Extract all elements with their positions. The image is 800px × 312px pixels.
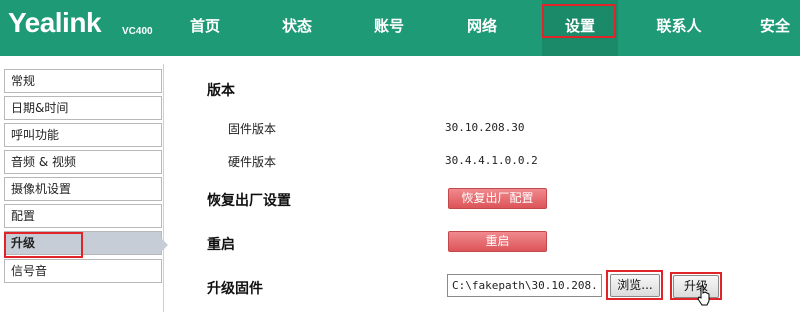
factory-reset-title: 恢复出厂设置 — [207, 193, 291, 209]
hardware-version-value: 30.4.4.1.0.0.2 — [445, 154, 538, 167]
hardware-version-label: 硬件版本 — [228, 155, 277, 169]
sidebar-item-general[interactable]: 常规 — [4, 69, 162, 93]
version-section-title: 版本 — [207, 83, 235, 99]
nav-contacts[interactable]: 联系人 — [649, 0, 709, 56]
brand-logo: Yealink — [8, 7, 102, 38]
nav-account[interactable]: 账号 — [364, 0, 414, 56]
factory-reset-button[interactable]: 恢复出厂配置 — [448, 188, 547, 209]
browse-button[interactable]: 浏览... — [610, 274, 660, 297]
sidebar-item-camera[interactable]: 摄像机设置 — [4, 177, 162, 201]
nav-status[interactable]: 状态 — [272, 0, 322, 56]
nav-security[interactable]: 安全 — [750, 0, 800, 56]
sidebar-item-datetime[interactable]: 日期&时间 — [4, 96, 162, 120]
nav-settings[interactable]: 设置 — [542, 0, 618, 56]
upgrade-firmware-title: 升级固件 — [207, 281, 263, 297]
firmware-version-value: 30.10.208.30 — [445, 121, 525, 134]
nav-settings-highlight — [542, 4, 616, 38]
hand-cursor-icon — [697, 285, 710, 306]
nav-network[interactable]: 网络 — [457, 0, 507, 56]
sidebar-item-tones[interactable]: 信号音 — [4, 259, 162, 283]
active-arrow-icon — [160, 237, 168, 253]
sidebar-item-config[interactable]: 配置 — [4, 204, 162, 228]
device-model: VC400 — [122, 26, 153, 37]
sidebar: 常规 日期&时间 呼叫功能 音频 & 视频 摄像机设置 配置 升级 信号音 — [0, 64, 164, 312]
reboot-button[interactable]: 重启 — [448, 231, 547, 252]
firmware-file-path-input[interactable]: C:\fakepath\30.10.208. — [447, 274, 602, 297]
sidebar-item-call-features[interactable]: 呼叫功能 — [4, 123, 162, 147]
reboot-title: 重启 — [207, 237, 235, 253]
firmware-version-label: 固件版本 — [228, 122, 277, 136]
sidebar-upgrade-highlight — [4, 232, 83, 258]
upgrade-button[interactable]: 升级 — [673, 275, 719, 298]
sidebar-item-audio-video[interactable]: 音频 & 视频 — [4, 150, 162, 174]
top-header: Yealink VC400 首页 状态 账号 网络 设置 联系人 安全 — [0, 0, 800, 56]
nav-home[interactable]: 首页 — [180, 0, 230, 56]
